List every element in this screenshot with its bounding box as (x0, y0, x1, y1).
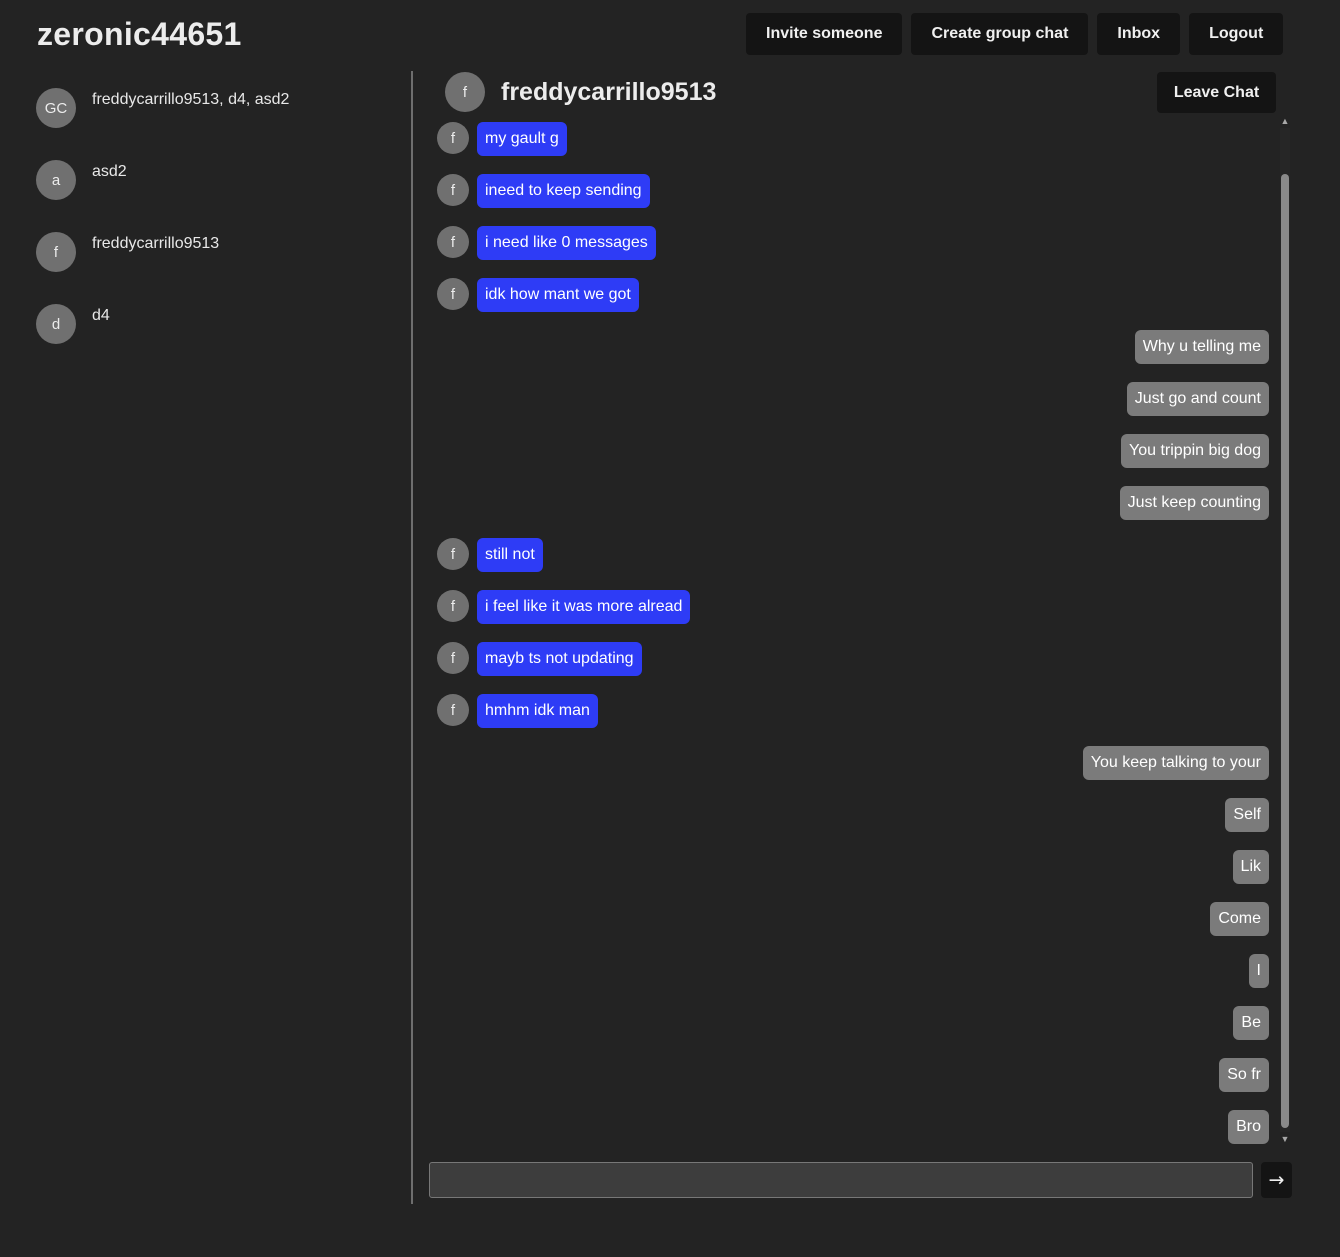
top-nav: Invite someone Create group chat Inbox L… (746, 13, 1284, 55)
avatar: f (437, 122, 469, 154)
avatar: GC (36, 88, 76, 128)
outgoing-message: So fr (437, 1058, 1269, 1110)
message-bubble: You keep talking to your (1082, 746, 1269, 780)
incoming-message: f hmhm idk man (437, 694, 1269, 746)
incoming-message: fi feel like it was more alread (437, 590, 1269, 642)
avatar: f (437, 538, 469, 570)
message-bubble: Bro (1228, 1110, 1269, 1144)
avatar: f (437, 278, 469, 310)
outgoing-message: Be (437, 1006, 1269, 1058)
message-input[interactable] (429, 1162, 1253, 1198)
message-composer (429, 1162, 1253, 1198)
conversation-label: freddycarrillo9513, d4, asd2 (92, 91, 290, 108)
scrollbar-thumb[interactable] (1281, 174, 1289, 1128)
outgoing-message: Self (437, 798, 1269, 850)
send-button[interactable]: → (1261, 1162, 1292, 1198)
message-bubble: my gault g (477, 122, 567, 156)
inbox-button[interactable]: Inbox (1097, 13, 1181, 55)
avatar: a (36, 160, 76, 200)
message-scrollbar[interactable]: ▲ ▼ (1278, 114, 1292, 1146)
conversation-item-freddycarrillo9513[interactable]: f freddycarrillo9513 (36, 230, 396, 302)
outgoing-message: Just go and count (437, 382, 1269, 434)
avatar: f (437, 694, 469, 726)
avatar: d (36, 304, 76, 344)
conversation-item-d4[interactable]: d d4 (36, 302, 396, 374)
outgoing-message: Bro (437, 1110, 1269, 1162)
incoming-message: f still not (437, 538, 1269, 590)
leave-chat-button[interactable]: Leave Chat (1157, 72, 1276, 113)
message-bubble: Come (1210, 902, 1269, 936)
avatar: f (437, 590, 469, 622)
incoming-message: f mayb ts not updating (437, 642, 1269, 694)
conversation-item-asd2[interactable]: a asd2 (36, 158, 396, 230)
incoming-message: f ineed to keep sending (437, 174, 1269, 226)
message-bubble: i need like 0 messages (477, 226, 656, 260)
message-bubble: Self (1225, 798, 1269, 832)
avatar: f (437, 226, 469, 258)
conversation-label: freddycarrillo9513 (92, 235, 220, 252)
message-bubble: I (1248, 954, 1269, 988)
create-group-chat-button[interactable]: Create group chat (911, 13, 1089, 55)
message-bubble: So fr (1219, 1058, 1269, 1092)
scroll-up-arrow-icon[interactable]: ▲ (1278, 115, 1292, 127)
outgoing-message: Come (437, 902, 1269, 954)
chat-avatar: f (445, 72, 485, 112)
outgoing-message: Why u telling me (437, 330, 1269, 382)
outgoing-message: Lik (437, 850, 1269, 902)
avatar: f (437, 174, 469, 206)
scroll-down-arrow-icon[interactable]: ▼ (1278, 1133, 1292, 1145)
incoming-message: f idk how mant we got (437, 278, 1269, 330)
message-bubble: Be (1233, 1006, 1269, 1040)
conversation-list: GC freddycarrillo9513, d4, asd2 a asd2 f… (36, 86, 396, 374)
invite-someone-button[interactable]: Invite someone (746, 13, 903, 55)
incoming-message: f my gault g (437, 122, 1269, 174)
arrow-right-icon: → (1268, 1169, 1285, 1191)
sidebar-divider (411, 71, 413, 1204)
conversation-label: d4 (92, 307, 110, 324)
message-bubble: Just keep counting (1119, 486, 1269, 520)
message-bubble: idk how mant we got (477, 278, 639, 312)
message-bubble: mayb ts not updating (477, 642, 642, 676)
message-bubble: Lik (1232, 850, 1269, 884)
app-username: zeronic44651 (37, 16, 242, 52)
outgoing-message: You trippin big dog (437, 434, 1269, 486)
message-bubble: Why u telling me (1134, 330, 1269, 364)
message-bubble: You trippin big dog (1121, 434, 1269, 468)
outgoing-message: You keep talking to your (437, 746, 1269, 798)
chat-title: freddycarrillo9513 (501, 78, 717, 106)
logout-button[interactable]: Logout (1189, 13, 1284, 55)
message-bubble: still not (477, 538, 543, 572)
outgoing-message: Just keep counting (437, 486, 1269, 538)
incoming-message: fi need like 0 messages (437, 226, 1269, 278)
message-bubble: hmhm idk man (477, 694, 598, 728)
message-bubble: i feel like it was more alread (477, 590, 691, 624)
conversation-item-group[interactable]: GC freddycarrillo9513, d4, asd2 (36, 86, 396, 158)
message-list: f my gault g f ineed to keep sending f i need… (437, 122, 1269, 1144)
outgoing-message: I (437, 954, 1269, 1006)
message-bubble: Just go and count (1126, 382, 1269, 416)
conversation-label: asd2 (92, 163, 127, 180)
avatar: f (36, 232, 76, 272)
message-bubble: ineed to keep sending (477, 174, 650, 208)
avatar: f (437, 642, 469, 674)
